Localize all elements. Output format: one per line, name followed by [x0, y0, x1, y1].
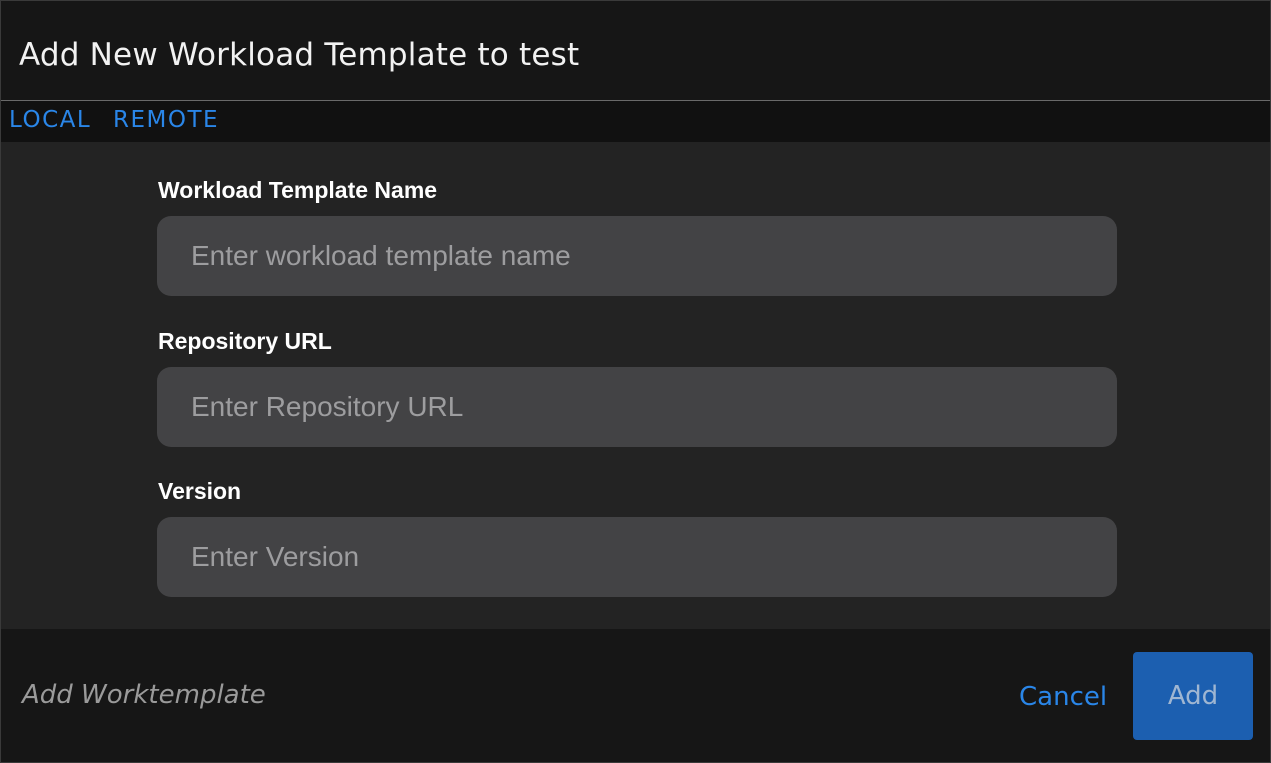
dialog-footer: Add Worktemplate Cancel Add [1, 629, 1270, 762]
form-body: Workload Template Name Repository URL Ve… [1, 142, 1270, 629]
tab-remote-label: REMOTE [113, 107, 220, 133]
dialog-header: Add New Workload Template to test [1, 1, 1270, 101]
add-button[interactable]: Add [1133, 652, 1253, 740]
dialog-title: Add New Workload Template to test [19, 37, 580, 73]
version-label: Version [158, 478, 242, 504]
add-workload-template-dialog: Add New Workload Template to test LOCAL … [0, 0, 1271, 763]
version-input[interactable] [157, 517, 1117, 597]
repository-url-label: Repository URL [158, 328, 332, 354]
workload-template-name-label: Workload Template Name [158, 177, 438, 203]
tab-remote[interactable]: REMOTE [113, 101, 220, 147]
repository-url-input[interactable] [157, 367, 1117, 447]
tab-local[interactable]: LOCAL [9, 101, 91, 147]
footer-note: Add Worktemplate [22, 680, 266, 710]
cancel-button[interactable]: Cancel [1011, 677, 1115, 717]
workload-template-name-input[interactable] [157, 216, 1117, 296]
tab-bar: LOCAL REMOTE [1, 101, 1270, 147]
